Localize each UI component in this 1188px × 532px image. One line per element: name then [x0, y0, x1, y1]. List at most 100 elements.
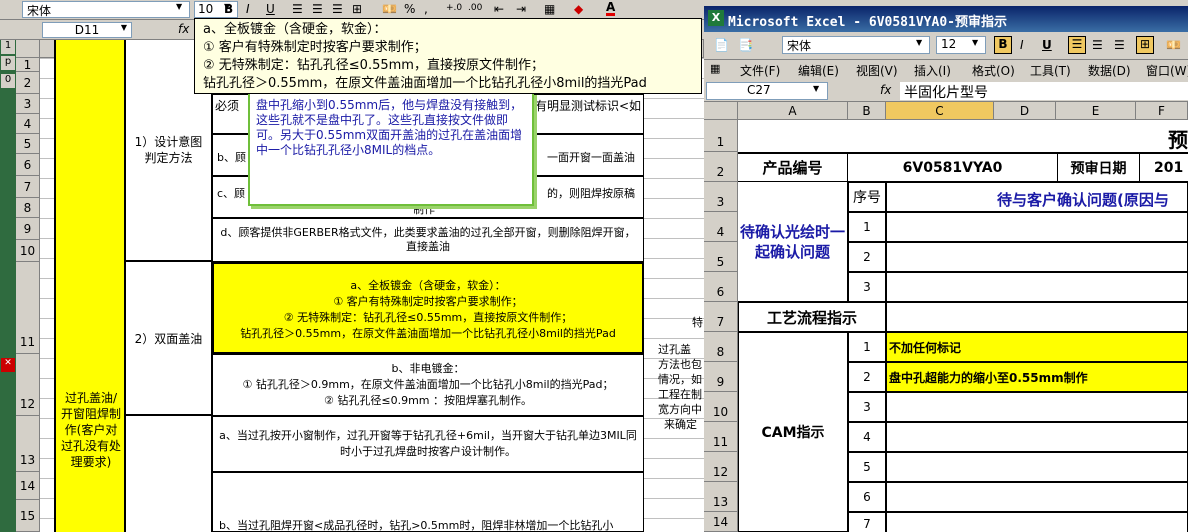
align-right-icon[interactable]: ☰: [332, 2, 343, 16]
right-row-11[interactable]: 11: [704, 422, 738, 452]
pending-num-3[interactable]: 3: [848, 272, 886, 302]
left-row-9[interactable]: 9: [16, 218, 40, 240]
left-row-14[interactable]: 14: [16, 472, 40, 500]
align-center-icon[interactable]: ☰: [312, 2, 323, 16]
confirm-header-cell[interactable]: 待与客户确认问题(原因与: [886, 182, 1188, 212]
cam-row-7[interactable]: [886, 512, 1188, 532]
left-row-6[interactable]: 6: [16, 154, 40, 176]
right-col-corner[interactable]: [704, 102, 738, 120]
menu-edit[interactable]: 编辑(E): [798, 62, 839, 79]
r13-cell[interactable]: a、当过孔按开小窗制作，过孔开窗等于钻孔孔径+6mil，当开窗大于钻孔单边3MI…: [212, 416, 644, 472]
menu-file[interactable]: 文件(F): [740, 62, 780, 79]
cam-row-1[interactable]: 不加任何标记: [886, 332, 1188, 362]
chevron-down-icon[interactable]: ▼: [972, 38, 984, 47]
cam-num-1[interactable]: 1: [848, 332, 886, 362]
left-row-15[interactable]: 15: [16, 500, 40, 532]
left-row-10[interactable]: 10: [16, 240, 40, 262]
pending-row-2[interactable]: [886, 242, 1188, 272]
cam-row-6[interactable]: [886, 482, 1188, 512]
chevron-down-icon[interactable]: ▼: [916, 38, 928, 47]
left-merged-yellow[interactable]: 过孔盖油/开窗阻焊制作(客户对过孔没有处理要求): [54, 40, 126, 532]
cam-num-2[interactable]: 2: [848, 362, 886, 392]
chevron-down-icon[interactable]: ▼: [813, 84, 825, 93]
process-row[interactable]: [886, 302, 1188, 332]
left-row-3[interactable]: 3: [16, 94, 40, 114]
side-tab-0[interactable]: 0: [1, 74, 15, 88]
left-row-13[interactable]: 13: [16, 416, 40, 472]
align-left-icon[interactable]: ☰: [292, 2, 303, 16]
fill-color-icon[interactable]: ◆: [574, 2, 583, 16]
right-align-left-icon[interactable]: ☰: [1068, 36, 1086, 54]
right-col-E[interactable]: E: [1056, 102, 1136, 120]
menu-format[interactable]: 格式(O): [972, 62, 1015, 79]
right-merge-icon[interactable]: ⊞: [1136, 36, 1154, 54]
underline-icon[interactable]: U: [266, 2, 275, 16]
menu-insert[interactable]: 插入(I): [914, 62, 951, 79]
cam-label-cell[interactable]: CAM指示: [738, 332, 848, 532]
left-row-12[interactable]: 12: [16, 354, 40, 416]
pending-row-1[interactable]: [886, 212, 1188, 242]
right-title-bar[interactable]: X Microsoft Excel - 6V0581VYA0-预审指示: [704, 6, 1188, 32]
left-row-11[interactable]: 11: [16, 262, 40, 354]
right-col-D[interactable]: D: [994, 102, 1056, 120]
left-col-corner[interactable]: [16, 40, 40, 58]
left-row-5[interactable]: 5: [16, 134, 40, 154]
pending-num-2[interactable]: 2: [848, 242, 886, 272]
chevron-down-icon[interactable]: ▼: [118, 23, 130, 32]
cam-row-3[interactable]: [886, 392, 1188, 422]
right-col-F[interactable]: F: [1136, 102, 1188, 120]
right-align-right-icon[interactable]: ☰: [1114, 38, 1125, 52]
italic-icon[interactable]: I: [246, 2, 250, 16]
pending-row-3[interactable]: [886, 272, 1188, 302]
cam-num-4[interactable]: 4: [848, 422, 886, 452]
right-col-A[interactable]: A: [738, 102, 848, 120]
right-row-14[interactable]: 14: [704, 512, 738, 532]
currency-icon[interactable]: 💴: [382, 2, 397, 16]
chevron-down-icon[interactable]: ▼: [176, 2, 188, 11]
process-label-cell[interactable]: 工艺流程指示: [738, 302, 886, 332]
right-row-5[interactable]: 5: [704, 242, 738, 272]
right-row-10[interactable]: 10: [704, 392, 738, 422]
cam-num-7[interactable]: 7: [848, 512, 886, 532]
menu-data[interactable]: 数据(D): [1088, 62, 1131, 79]
cam-num-6[interactable]: 6: [848, 482, 886, 512]
review-date-cell[interactable]: 201: [1140, 152, 1188, 182]
right-row-6[interactable]: 6: [704, 272, 738, 302]
cam-row-4[interactable]: [886, 422, 1188, 452]
side-tab-p[interactable]: p: [1, 56, 15, 70]
right-currency-icon[interactable]: 💴: [1166, 38, 1181, 52]
right-row-13[interactable]: 13: [704, 482, 738, 512]
double-plug-cell[interactable]: 2）双面盖油: [126, 262, 212, 416]
menu-tools[interactable]: 工具(T): [1030, 62, 1071, 79]
right-row-2[interactable]: 2: [704, 152, 738, 182]
pending-num-1[interactable]: 1: [848, 212, 886, 242]
r12-cell[interactable]: b、非电镀金： ① 钻孔孔径＞0.9mm，在原文件盖油面增加一个比钻孔小8mil…: [212, 354, 644, 416]
side-tab-1[interactable]: 1: [1, 40, 15, 54]
left-namebox[interactable]: D11 ▼: [42, 22, 132, 38]
pending-label-cell[interactable]: 待确认光绘时一起确认问题: [738, 182, 848, 302]
product-no-label-cell[interactable]: 产品编号: [738, 152, 848, 182]
menu-window[interactable]: 窗口(W): [1146, 62, 1188, 79]
left-row-8[interactable]: 8: [16, 198, 40, 218]
indent-icon[interactable]: ⇥: [516, 2, 526, 16]
cam-row-5[interactable]: [886, 452, 1188, 482]
menu-view[interactable]: 视图(V): [856, 62, 898, 79]
colB-lower[interactable]: [126, 416, 212, 532]
merge-icon[interactable]: ⊞: [352, 2, 362, 16]
product-no-cell[interactable]: 6V0581VYA0: [848, 152, 1058, 182]
font-color-icon[interactable]: A: [606, 1, 616, 16]
right-row-12[interactable]: 12: [704, 452, 738, 482]
right-size-select[interactable]: 12 ▼: [936, 36, 986, 54]
decrease-decimal-icon[interactable]: .00: [468, 3, 482, 13]
right-font-select[interactable]: 宋体 ▼: [782, 36, 930, 54]
right-bold-icon[interactable]: B: [994, 36, 1012, 54]
increase-decimal-icon[interactable]: +.0: [446, 3, 462, 13]
percent-icon[interactable]: %: [404, 2, 415, 16]
right-align-center-icon[interactable]: ☰: [1092, 38, 1103, 52]
right-row-8[interactable]: 8: [704, 332, 738, 362]
review-date-label-cell[interactable]: 预审日期: [1058, 152, 1140, 182]
close-icon[interactable]: ✕: [1, 358, 15, 372]
r15-cell[interactable]: b、当过孔阻焊开窗<成品孔径时，钻孔>0.5mm时，阻焊非林增加一个比钻孔小: [212, 472, 644, 532]
right-formula-input[interactable]: 半固化片型号: [900, 82, 1188, 101]
r9-cell[interactable]: d、顾客提供非GERBER格式文件，此类要求盖油的过孔全部开窗，则删除阻焊开窗，…: [212, 218, 644, 262]
